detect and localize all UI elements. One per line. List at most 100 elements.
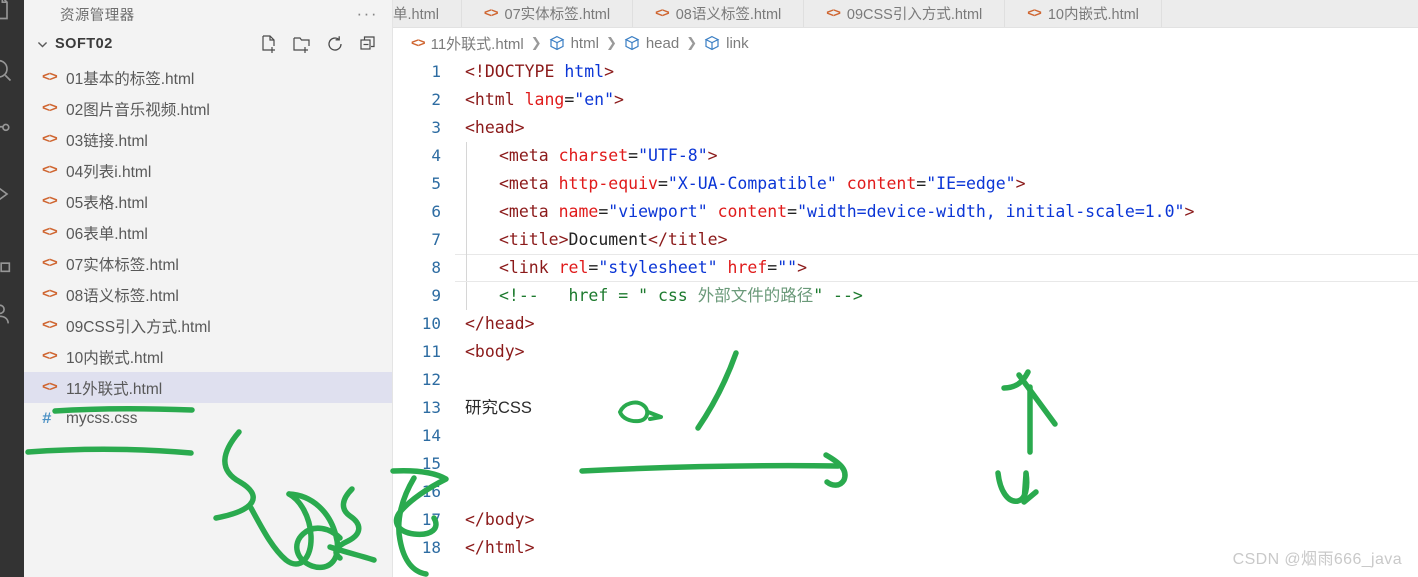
code-token: CSS: [498, 399, 532, 417]
code-token: </head>: [465, 314, 535, 333]
breadcrumb-label: html: [570, 34, 599, 52]
code-text: 研究CSS: [447, 394, 532, 422]
line-number: 12: [421, 370, 441, 389]
breadcrumb-item[interactable]: link: [704, 35, 749, 52]
code-token: <head>: [465, 118, 525, 137]
code-token: "X-UA-Compatible": [667, 174, 837, 193]
file-tree-item[interactable]: <> 03链接.html: [24, 124, 392, 155]
editor-tab[interactable]: 单.html: [393, 0, 462, 27]
file-tree-item[interactable]: <> 08语义标签.html: [24, 279, 392, 310]
breadcrumb-item[interactable]: head: [624, 35, 679, 52]
code-line[interactable]: 7 <title>Document</title>: [393, 226, 1418, 254]
code-line[interactable]: 14: [393, 422, 1418, 450]
code-token: href: [727, 258, 768, 277]
code-line[interactable]: 5 <meta http-equiv="X-UA-Compatible" cont…: [393, 170, 1418, 198]
code-line[interactable]: 3 <head>: [393, 114, 1418, 142]
line-number: 6: [431, 202, 441, 221]
line-number: 1: [431, 62, 441, 81]
code-line[interactable]: 8 <link rel="stylesheet" href="">: [393, 254, 1418, 282]
code-editor[interactable]: 1 <!DOCTYPE html> 2 <html lang="en"> 3 <head>…: [393, 58, 1418, 562]
code-text: </html>: [447, 534, 535, 562]
code-line[interactable]: 1 <!DOCTYPE html>: [393, 58, 1418, 86]
chevron-down-icon[interactable]: [34, 38, 50, 51]
collapse-all-icon[interactable]: [358, 34, 378, 54]
symbol-cube-icon: [704, 35, 720, 51]
more-actions-icon[interactable]: ···: [357, 5, 378, 22]
code-text: <!-- href = " css 外部文件的路径" -->: [447, 282, 863, 310]
html-icon: <>: [42, 317, 58, 334]
code-token: =: [767, 258, 778, 277]
code-token: </title>: [648, 230, 728, 249]
editor-tab[interactable]: <> 07实体标签.html: [461, 0, 634, 27]
tab-label: 09CSS引入方式.html: [846, 7, 983, 23]
code-line[interactable]: 6 <meta name="viewport" content="width=de…: [393, 198, 1418, 226]
indent-guide: [466, 142, 467, 170]
code-text: </head>: [447, 310, 535, 338]
explorer-title: 资源管理器: [60, 7, 135, 24]
source-control-icon[interactable]: [0, 118, 14, 146]
code-token: =: [657, 174, 668, 193]
refresh-icon[interactable]: [325, 34, 345, 54]
file-name: 07实体标签.html: [66, 256, 179, 274]
html-icon: <>: [42, 100, 58, 117]
files-icon[interactable]: [0, 0, 14, 22]
file-tree-item[interactable]: <> 11外联式.html: [24, 372, 392, 403]
code-text: <head>: [447, 114, 525, 142]
new-folder-icon[interactable]: [292, 34, 312, 54]
code-line[interactable]: 4 <meta charset="UTF-8">: [393, 142, 1418, 170]
code-line[interactable]: 17 </body>: [393, 506, 1418, 534]
editor-tab[interactable]: <> 10内嵌式.html: [1005, 0, 1162, 27]
code-line[interactable]: 12: [393, 366, 1418, 394]
run-debug-icon[interactable]: [0, 180, 14, 208]
code-text: <meta name="viewport" content="width=dev…: [447, 198, 1194, 226]
indent-guide: [466, 254, 467, 282]
indent-guide: [466, 282, 467, 310]
code-line[interactable]: 9 <!-- href = " css 外部文件的路径" -->: [393, 282, 1418, 310]
code-line[interactable]: 15: [393, 450, 1418, 478]
code-text: <html lang="en">: [447, 86, 624, 114]
html-icon: <>: [42, 131, 58, 148]
file-tree-item[interactable]: <> 04列表i.html: [24, 155, 392, 186]
file-name: 03链接.html: [66, 132, 148, 150]
editor-tab[interactable]: <> 08语义标签.html: [633, 0, 805, 27]
line-number: 15: [421, 454, 441, 473]
code-text: <link rel="stylesheet" href="">: [447, 254, 807, 282]
code-token: >: [1184, 202, 1195, 221]
file-tree-item[interactable]: <> 05表格.html: [24, 186, 392, 217]
file-tree-item[interactable]: <> 10内嵌式.html: [24, 341, 392, 372]
file-tree-item[interactable]: <> 02图片音乐视频.html: [24, 93, 392, 124]
new-file-icon[interactable]: [259, 34, 279, 54]
tab-label: 单.html: [393, 7, 439, 23]
account-icon[interactable]: [0, 300, 14, 328]
extensions-icon[interactable]: [0, 248, 14, 276]
file-tree-item[interactable]: <> 07实体标签.html: [24, 248, 392, 279]
breadcrumb-item[interactable]: <> 11外联式.html: [411, 33, 524, 54]
explorer-title-row: 资源管理器 ···: [24, 0, 392, 28]
code-text: <title>Document</title>: [447, 226, 728, 254]
file-name: 04列表i.html: [66, 163, 152, 181]
code-token: <title>: [499, 230, 569, 249]
code-line[interactable]: 10 </head>: [393, 310, 1418, 338]
code-token: content: [846, 174, 917, 193]
file-tree-item[interactable]: <> 06表单.html: [24, 217, 392, 248]
code-token: =: [564, 90, 575, 109]
code-line[interactable]: 11 <body>: [393, 338, 1418, 366]
html-icon: <>: [42, 193, 58, 210]
search-icon[interactable]: [0, 56, 14, 84]
code-text: <meta http-equiv="X-UA-Compatible" conte…: [447, 170, 1026, 198]
file-tree-item[interactable]: <> 01基本的标签.html: [24, 62, 392, 93]
explorer-sidebar: 资源管理器 ··· SOFT02 <> 01基本的标签.html <> 02图片…: [24, 0, 393, 577]
code-line[interactable]: 2 <html lang="en">: [393, 86, 1418, 114]
folder-root-row[interactable]: SOFT02: [24, 28, 392, 60]
file-tree-item[interactable]: # mycss.css: [24, 403, 392, 434]
code-line[interactable]: 13 研究CSS: [393, 394, 1418, 422]
breadcrumb-item[interactable]: html: [549, 35, 599, 52]
code-line[interactable]: 16: [393, 478, 1418, 506]
html-icon: <>: [42, 224, 58, 241]
file-name: 02图片音乐视频.html: [66, 101, 210, 119]
file-tree-item[interactable]: <> 09CSS引入方式.html: [24, 310, 392, 341]
editor-tab[interactable]: <> 09CSS引入方式.html: [804, 0, 1006, 27]
code-token: "stylesheet": [598, 258, 718, 277]
editor-tab-bar: 单.html <> 07实体标签.html <> 08语义标签.html <> 09CSS引…: [393, 0, 1418, 28]
code-text: <meta charset="UTF-8">: [447, 142, 718, 170]
